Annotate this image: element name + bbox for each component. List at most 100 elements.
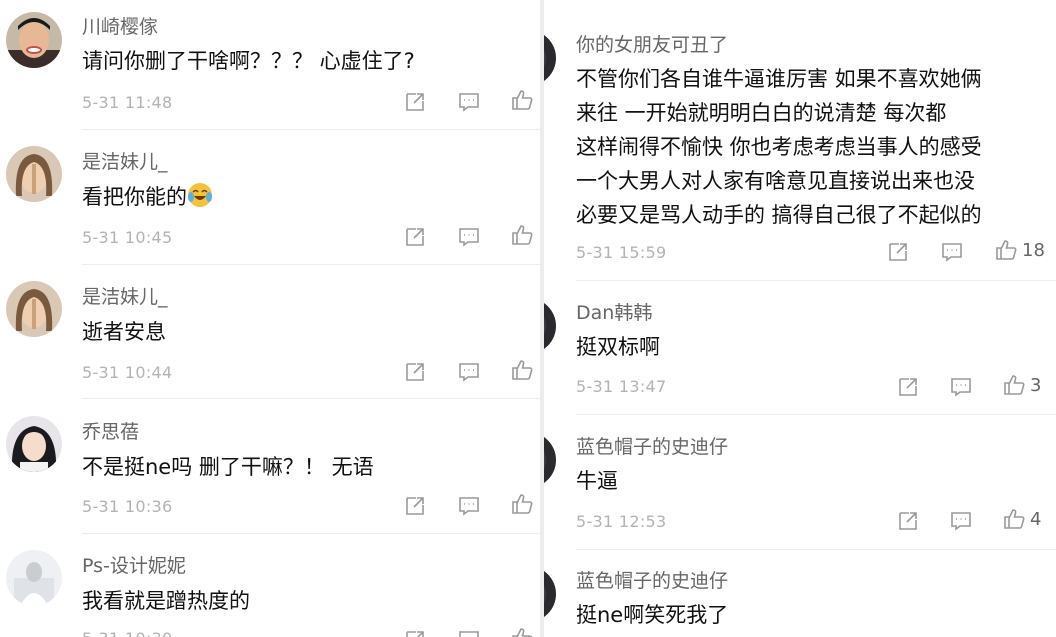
thumbs-up-icon: [994, 238, 1018, 262]
comment-icon: [949, 509, 973, 533]
laughing-crying-emoji-icon: [187, 182, 213, 208]
comment-username[interactable]: 川崎樱傢: [82, 12, 158, 39]
avatar[interactable]: [6, 281, 62, 337]
comment-text-line: 这样闹得不愉快 你也考虑考虑当事人的感受: [576, 135, 982, 159]
comment-icon: [940, 240, 964, 264]
share-button[interactable]: [896, 375, 920, 399]
comment-separator: [576, 549, 1056, 550]
share-button[interactable]: [403, 225, 427, 249]
comment-icon: [457, 360, 481, 384]
like-button[interactable]: [510, 223, 534, 247]
comment-time: 5-31 15:59: [576, 243, 667, 262]
comment-separator: [82, 264, 540, 265]
share-icon: [403, 628, 427, 637]
comment-username[interactable]: 是洁妹儿_: [82, 147, 168, 174]
comment-text: 不是挺ne吗 删了干嘛？！ 无语: [82, 455, 374, 479]
comment-time: 5-31 12:53: [576, 512, 667, 531]
comment-separator: [82, 129, 540, 130]
like-button[interactable]: [510, 492, 534, 516]
comment-time: 5-31 10:45: [82, 228, 173, 247]
share-icon: [403, 494, 427, 518]
comment-text-line: 牛逼: [576, 469, 618, 493]
left-comment-column: 川崎樱傢 请问你删了干啥啊？？？ 心虚住了? 5-31 11:48 是洁妹儿_ …: [0, 0, 540, 637]
comment-text-line: 一个大男人对人家有啥意见直接说出来也没: [576, 169, 975, 193]
share-icon: [403, 360, 427, 384]
comment-icon: [949, 375, 973, 399]
comment-username[interactable]: 乔思蓓: [82, 417, 139, 444]
right-comment-column: 你的女朋友可丑了 不管你们各自谁牛逼谁厉害 如果不喜欢她俩 来往 一开始就明明白…: [544, 0, 1056, 637]
comment-icon: [457, 494, 481, 518]
comment-text-line: 不管你们各自谁牛逼谁厉害 如果不喜欢她俩: [576, 67, 982, 91]
comment-username[interactable]: 你的女朋友可丑了: [576, 30, 728, 57]
comment-username[interactable]: 蓝色帽子的史迪仔: [576, 566, 728, 593]
like-button[interactable]: [510, 358, 534, 382]
share-button[interactable]: [896, 509, 920, 533]
comment-username[interactable]: Ps-设计妮妮: [82, 551, 186, 578]
reply-button[interactable]: [457, 628, 481, 637]
thumbs-up-icon: [510, 626, 534, 637]
avatar[interactable]: [544, 298, 556, 354]
thumbs-up-icon: [1002, 373, 1026, 397]
thumbs-up-icon: [510, 88, 534, 112]
share-button[interactable]: [403, 90, 427, 114]
share-icon: [403, 90, 427, 114]
share-button[interactable]: [403, 360, 427, 384]
comment-time: 5-31 10:30: [82, 629, 173, 637]
avatar[interactable]: [544, 566, 556, 622]
thumbs-up-icon: [510, 358, 534, 382]
reply-button[interactable]: [457, 360, 481, 384]
avatar[interactable]: [6, 146, 62, 202]
avatar[interactable]: [6, 12, 62, 68]
like-count: 18: [1022, 239, 1045, 261]
like-button[interactable]: 18: [994, 238, 1045, 262]
like-count: 4: [1030, 508, 1042, 530]
reply-button[interactable]: [457, 494, 481, 518]
reply-button[interactable]: [940, 240, 964, 264]
avatar[interactable]: [6, 416, 62, 472]
reply-button[interactable]: [949, 509, 973, 533]
comment-time: 5-31 11:48: [82, 93, 173, 112]
comment-text-line: 挺双标啊: [576, 335, 660, 359]
like-button[interactable]: [510, 88, 534, 112]
thumbs-up-icon: [1002, 507, 1026, 531]
comment-text-line: 挺ne啊笑死我了: [576, 603, 729, 627]
comment-separator: [82, 533, 540, 534]
share-button[interactable]: [403, 494, 427, 518]
avatar[interactable]: [544, 30, 556, 86]
like-count: 3: [1030, 374, 1042, 396]
comment-icon: [457, 90, 481, 114]
comment-time: 5-31 10:44: [82, 363, 173, 382]
comment-text: 请问你删了干啥啊？？？ 心虚住了?: [82, 49, 415, 73]
share-icon: [403, 225, 427, 249]
comment-username[interactable]: Dan韩韩: [576, 298, 652, 325]
comment-text-line: 必要又是骂人动手的 搞得自己很了不起似的: [576, 203, 982, 227]
comment-time: 5-31 13:47: [576, 377, 667, 396]
reply-button[interactable]: [949, 375, 973, 399]
like-button[interactable]: 3: [1002, 373, 1041, 397]
comment-icon: [457, 628, 481, 637]
share-icon: [896, 509, 920, 533]
share-button[interactable]: [886, 240, 910, 264]
comment-separator: [576, 414, 1056, 415]
comment-text-line: 来往 一开始就明明白白的说清楚 每次都: [576, 101, 947, 125]
comment-separator: [82, 398, 540, 399]
avatar[interactable]: [6, 550, 62, 606]
comment-text: 逝者安息: [82, 320, 166, 344]
share-icon: [896, 375, 920, 399]
comment-time: 5-31 10:36: [82, 497, 173, 516]
reply-button[interactable]: [457, 225, 481, 249]
like-button[interactable]: 4: [1002, 507, 1041, 531]
like-button[interactable]: [510, 626, 534, 637]
comment-username[interactable]: 是洁妹儿_: [82, 282, 168, 309]
comment-username[interactable]: 蓝色帽子的史迪仔: [576, 432, 728, 459]
thumbs-up-icon: [510, 492, 534, 516]
thumbs-up-icon: [510, 223, 534, 247]
share-icon: [886, 240, 910, 264]
reply-button[interactable]: [457, 90, 481, 114]
comment-text: 看把你能的: [82, 180, 213, 214]
share-button[interactable]: [403, 628, 427, 637]
comment-text-content: 看把你能的: [82, 185, 187, 209]
avatar[interactable]: [544, 432, 556, 488]
comment-text: 我看就是蹭热度的: [82, 589, 250, 613]
comment-icon: [457, 225, 481, 249]
